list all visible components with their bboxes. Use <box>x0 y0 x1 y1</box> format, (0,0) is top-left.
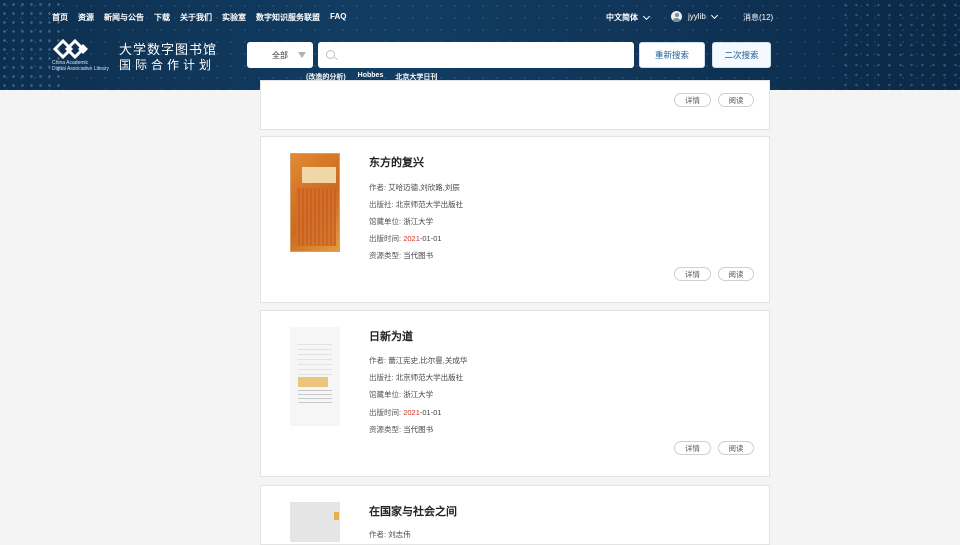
book-pubtime: 出版时间: 2021-01-01 <box>369 407 442 418</box>
library-logo-icon[interactable] <box>52 36 92 62</box>
holder-label: 馆藏单位: <box>369 217 402 226</box>
pub-date-rest: -01-01 <box>419 234 442 243</box>
top-nav: 首页 资源 新闻与公告 下载 关于我们 实验室 数字知识服务联盟 FAQ <box>52 12 346 23</box>
nav-faq[interactable]: FAQ <box>330 12 346 23</box>
restype-label: 资源类型: <box>369 251 402 260</box>
publisher-label: 出版社: <box>369 200 394 209</box>
holder-value: 浙江大学 <box>403 390 434 399</box>
detail-button[interactable]: 详情 <box>674 93 711 107</box>
author-label: 作者: <box>369 530 387 539</box>
nav-resources[interactable]: 资源 <box>78 12 94 23</box>
read-button[interactable]: 阅读 <box>718 93 754 107</box>
header-dots-right <box>840 0 960 90</box>
cover-text-lines <box>298 341 332 375</box>
result-card: 日新为道 作者: 蕾江宪史,比尔曼,关成华 出版社: 北京师范大学出版社 馆藏单… <box>260 310 770 477</box>
nav-download[interactable]: 下载 <box>154 12 170 23</box>
publisher-label: 出版社: <box>369 373 394 382</box>
author-label: 作者: <box>369 356 387 365</box>
language-label: 中文简体 <box>606 13 638 22</box>
search-scope-select[interactable]: 全部 <box>247 42 313 68</box>
nav-alliance[interactable]: 数字知识服务联盟 <box>256 12 320 23</box>
book-publisher: 出版社: 北京师范大学出版社 <box>369 372 463 383</box>
caret-down-icon <box>298 52 306 58</box>
author-value: 蕾江宪史,比尔曼,关成华 <box>388 356 468 365</box>
pub-year: 2021 <box>403 408 420 417</box>
logo-subtitle: 国际合作计划 <box>119 58 216 72</box>
book-title[interactable]: 日新为道 <box>369 328 413 344</box>
result-card: 在国家与社会之间 作者: 刘志伟 <box>260 485 770 545</box>
publisher-value: 北京师范大学出版社 <box>395 200 464 209</box>
read-button[interactable]: 阅读 <box>718 441 754 455</box>
chevron-down-icon <box>710 11 718 19</box>
header-dots-left <box>0 0 60 90</box>
book-author: 作者: 艾哈迈德,刘欣路,刘辰 <box>369 182 460 193</box>
pub-year: 2021 <box>403 234 420 243</box>
book-pubtime: 出版时间: 2021-01-01 <box>369 233 442 244</box>
pubtime-label: 出版时间: <box>369 408 402 417</box>
book-holder: 馆藏单位: 浙江大学 <box>369 389 433 400</box>
pub-date-rest: -01-01 <box>419 408 442 417</box>
messages-link[interactable]: 消息(12) <box>743 12 773 23</box>
publisher-value: 北京师范大学出版社 <box>395 373 464 382</box>
book-author: 作者: 刘志伟 <box>369 529 411 540</box>
nav-about[interactable]: 关于我们 <box>180 12 212 23</box>
book-cover[interactable] <box>290 327 340 426</box>
book-cover[interactable] <box>290 502 340 542</box>
user-menu[interactable]: jyylib <box>671 11 718 22</box>
restype-value: 当代图书 <box>403 251 434 260</box>
chevron-down-icon <box>642 12 651 20</box>
language-selector[interactable]: 中文简体 <box>606 12 651 23</box>
username: jyylib <box>688 12 706 21</box>
book-author: 作者: 蕾江宪史,比尔曼,关成华 <box>369 355 467 366</box>
search-icon <box>326 50 335 59</box>
nav-lab[interactable]: 实验室 <box>222 12 246 23</box>
book-publisher: 出版社: 北京师范大学出版社 <box>369 199 463 210</box>
book-holder: 馆藏单位: 浙江大学 <box>369 216 433 227</box>
cover-panel <box>302 167 336 183</box>
book-cover[interactable] <box>290 153 340 252</box>
result-card: 详情 阅读 <box>260 80 770 130</box>
cover-pattern <box>296 188 336 246</box>
holder-label: 馆藏单位: <box>369 390 402 399</box>
cover-subtext <box>298 389 332 403</box>
book-restype: 资源类型: 当代图书 <box>369 424 433 435</box>
detail-button[interactable]: 详情 <box>674 267 711 281</box>
author-value: 刘志伟 <box>388 530 411 539</box>
pubtime-label: 出版时间: <box>369 234 402 243</box>
cover-tag <box>298 377 328 387</box>
holder-value: 浙江大学 <box>403 217 434 226</box>
author-value: 艾哈迈德,刘欣路,刘辰 <box>388 183 460 192</box>
nav-news[interactable]: 新闻与公告 <box>104 12 144 23</box>
cover-stripe <box>334 512 339 520</box>
author-label: 作者: <box>369 183 387 192</box>
nav-home[interactable]: 首页 <box>52 12 68 23</box>
search-scope-value: 全部 <box>272 50 288 60</box>
logo-en-line2: Digital Associative Library <box>52 66 109 72</box>
hot-keywords-row-clipped <box>318 63 770 69</box>
logo-english-name: China Academic Digital Associative Libra… <box>52 60 109 72</box>
avatar <box>671 11 682 22</box>
read-button[interactable]: 阅读 <box>718 267 754 281</box>
restype-label: 资源类型: <box>369 425 402 434</box>
site-header: 首页 资源 新闻与公告 下载 关于我们 实验室 数字知识服务联盟 FAQ 中文简… <box>0 0 960 90</box>
result-card: 东方的复兴 作者: 艾哈迈德,刘欣路,刘辰 出版社: 北京师范大学出版社 馆藏单… <box>260 136 770 303</box>
book-title[interactable]: 在国家与社会之间 <box>369 503 457 519</box>
restype-value: 当代图书 <box>403 425 434 434</box>
book-title[interactable]: 东方的复兴 <box>369 154 424 170</box>
book-restype: 资源类型: 当代图书 <box>369 250 433 261</box>
detail-button[interactable]: 详情 <box>674 441 711 455</box>
